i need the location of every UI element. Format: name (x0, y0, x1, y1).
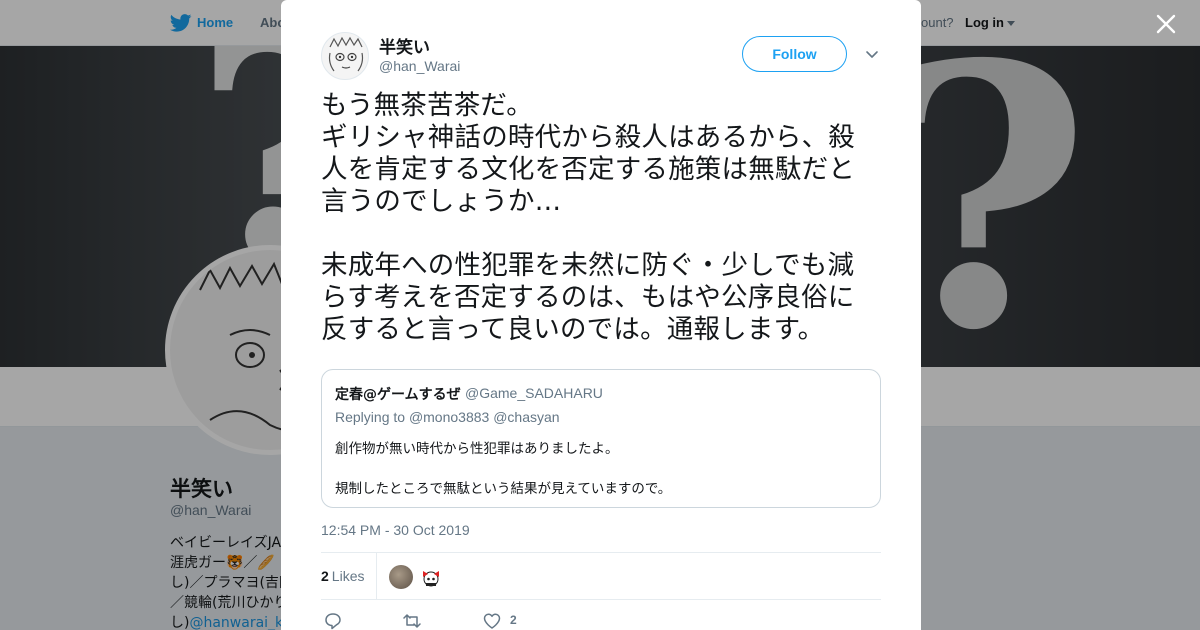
avatar[interactable] (321, 32, 369, 80)
tweet-text-line: 人を肯定する文化を否定する施策は無駄だと (321, 154, 855, 185)
heart-icon[interactable] (483, 612, 501, 630)
quoted-display-name: 定春@ゲームするぜ (335, 387, 461, 403)
retweet-icon[interactable] (403, 612, 421, 630)
replying-to-label: Replying to (335, 409, 406, 425)
quoted-tweet[interactable]: 定春@ゲームするぜ @Game_SADAHARU Replying to @mo… (321, 369, 881, 508)
like-action-count: 2 (510, 613, 517, 627)
reply-mention[interactable]: @chasyan (493, 409, 559, 425)
tweet-text-gap (321, 218, 885, 250)
quoted-text-line: 創作物が無い時代から性犯罪はありましたよ。 (335, 441, 619, 457)
avatar-sketch-icon (328, 36, 364, 72)
tweet-text-line: 未成年への性犯罪を未然に防ぐ・少しでも減 (321, 250, 855, 281)
display-name[interactable]: 半笑い (379, 33, 430, 58)
tweet-text-line: ギリシャ神話の時代から殺人はあるから、殺 (321, 122, 855, 153)
tweet-text-line: もう無茶苦茶だ。 (321, 90, 534, 121)
screen-name[interactable]: @han_Warai (379, 58, 460, 74)
likes-label: Likes (331, 568, 365, 584)
liker-avatar[interactable] (419, 565, 443, 589)
liker-avatar-art-icon (423, 571, 439, 587)
quoted-text-line: 規制したところで無駄という結果が見えていますので。 (335, 481, 672, 497)
chevron-down-icon[interactable] (864, 46, 880, 62)
stats-divider (376, 553, 377, 600)
tweet-actions: 2 (321, 608, 881, 630)
tweet-stats: 2 Likes (321, 552, 881, 600)
reply-icon[interactable] (324, 612, 342, 630)
reply-mention[interactable]: @mono3883 (409, 409, 489, 425)
liker-avatar[interactable] (389, 565, 413, 589)
tweet-text-line: 言うのでしょうか… (321, 186, 562, 217)
tweet-text-line: らす考えを否定するのは、もはや公序良俗に (321, 282, 855, 313)
tweet-text-line: 反すると言って良いのでは。通報します。 (321, 314, 825, 345)
likes-stat[interactable]: 2 Likes (321, 568, 364, 584)
follow-button[interactable]: Follow (742, 36, 847, 72)
quoted-screen-name: @Game_SADAHARU (465, 385, 603, 401)
tweet-timestamp[interactable]: 12:54 PM - 30 Oct 2019 (321, 522, 470, 538)
tweet-text: もう無茶苦茶だ。 ギリシャ神話の時代から殺人はあるから、殺 人を肯定する文化を否… (321, 90, 885, 346)
tweet-modal: 半笑い @han_Warai Follow もう無茶苦茶だ。 ギリシャ神話の時代… (281, 0, 921, 630)
close-icon[interactable] (1154, 12, 1178, 36)
quoted-replying-to: Replying to @mono3883 @chasyan (335, 409, 560, 425)
likes-count: 2 (321, 568, 329, 584)
